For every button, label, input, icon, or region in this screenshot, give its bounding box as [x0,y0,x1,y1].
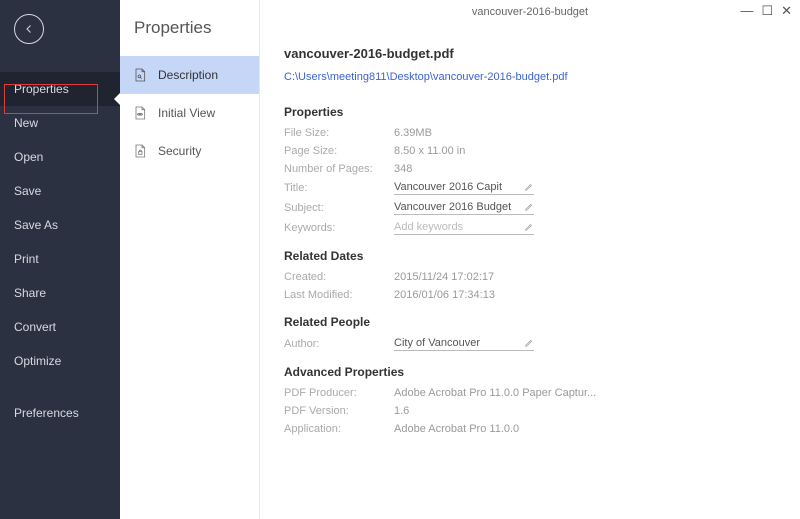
producer-label: PDF Producer: [284,387,394,399]
section-properties-heading: Properties [284,105,776,119]
chevron-left-icon [23,23,35,35]
pencil-icon [524,202,534,212]
author-value: City of Vancouver [394,337,518,349]
page-size-label: Page Size: [284,145,394,157]
close-button[interactable]: ✕ [781,4,792,17]
tab-label: Description [158,68,218,82]
sidebar-item-convert[interactable]: Convert [0,310,120,344]
pencil-icon [524,182,534,192]
file-size-value: 6.39MB [394,127,432,139]
subject-field[interactable]: Vancouver 2016 Budget [394,201,534,215]
modified-label: Last Modified: [284,289,394,301]
sidebar-item-preferences[interactable]: Preferences [0,396,120,430]
file-size-label: File Size: [284,127,394,139]
pages-value: 348 [394,163,412,175]
sidebar-item-open[interactable]: Open [0,140,120,174]
section-dates-heading: Related Dates [284,249,776,263]
sidebar-item-properties[interactable]: Properties [0,72,120,106]
document-lock-icon [132,142,148,160]
subject-value: Vancouver 2016 Budget [394,201,518,213]
keywords-placeholder: Add keywords [394,221,518,233]
subject-label: Subject: [284,202,394,214]
pencil-icon [524,338,534,348]
page-size-value: 8.50 x 11.00 in [394,145,465,157]
sidebar-item-share[interactable]: Share [0,276,120,310]
panel-title: Properties [120,18,259,56]
section-advanced-heading: Advanced Properties [284,365,776,379]
maximize-button[interactable]: ☐ [761,4,773,17]
document-eye-icon [132,104,148,122]
title-field[interactable]: Vancouver 2016 Capit [394,181,534,195]
sidebar-item-save[interactable]: Save [0,174,120,208]
sidebar-item-new[interactable]: New [0,106,120,140]
back-button[interactable] [14,14,44,44]
document-filename: vancouver-2016-budget.pdf [284,46,776,61]
tab-initial-view[interactable]: Initial View [120,94,259,132]
producer-value: Adobe Acrobat Pro 11.0.0 Paper Captur... [394,387,596,399]
application-value: Adobe Acrobat Pro 11.0.0 [394,423,519,435]
section-people-heading: Related People [284,315,776,329]
application-label: Application: [284,423,394,435]
created-label: Created: [284,271,394,283]
pointer-icon [114,93,120,105]
author-label: Author: [284,338,394,350]
version-value: 1.6 [394,405,409,417]
sidebar-item-print[interactable]: Print [0,242,120,276]
created-value: 2015/11/24 17:02:17 [394,271,494,283]
keywords-field[interactable]: Add keywords [394,221,534,235]
title-label: Title: [284,182,394,194]
minimize-button[interactable]: — [740,4,753,17]
properties-tabs-panel: Properties Description Initial View Secu… [120,0,260,519]
pencil-icon [524,222,534,232]
main-content: vancouver-2016-budget — ☐ ✕ vancouver-20… [260,0,800,519]
tab-label: Security [158,144,201,158]
titlebar: vancouver-2016-budget — ☐ ✕ [260,0,800,28]
app-window: Properties New Open Save Save As Print S… [0,0,800,519]
title-value: Vancouver 2016 Capit [394,181,518,193]
modified-value: 2016/01/06 17:34:13 [394,289,495,301]
pages-label: Number of Pages: [284,163,394,175]
document-path-link[interactable]: C:\Users\meeting811\Desktop\vancouver-20… [284,71,776,83]
window-title: vancouver-2016-budget [472,6,588,18]
tab-security[interactable]: Security [120,132,259,170]
sidebar-item-optimize[interactable]: Optimize [0,344,120,378]
document-icon [132,66,148,84]
tab-label: Initial View [158,106,215,120]
keywords-label: Keywords: [284,222,394,234]
tab-description[interactable]: Description [120,56,259,94]
file-sidebar: Properties New Open Save Save As Print S… [0,0,120,519]
author-field[interactable]: City of Vancouver [394,337,534,351]
sidebar-item-save-as[interactable]: Save As [0,208,120,242]
version-label: PDF Version: [284,405,394,417]
